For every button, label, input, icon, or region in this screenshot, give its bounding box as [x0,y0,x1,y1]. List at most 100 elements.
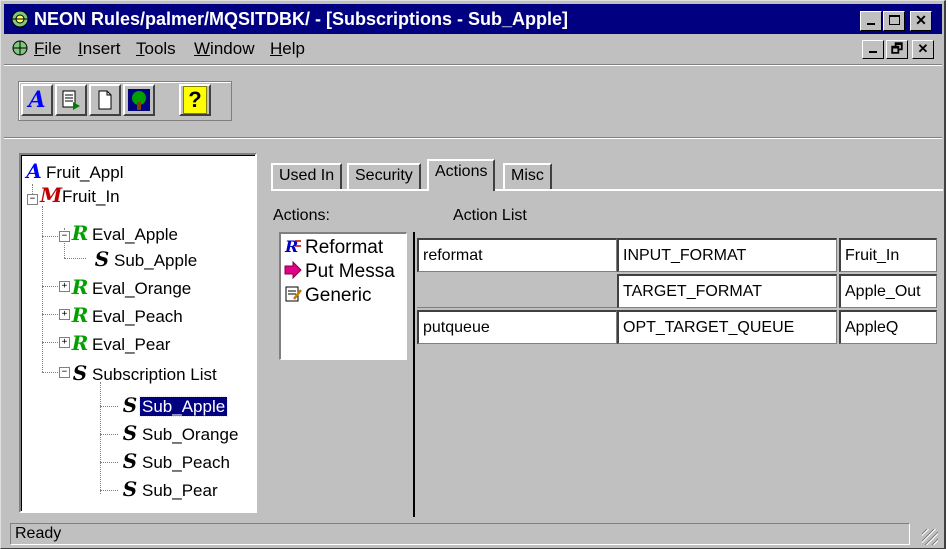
tree-node[interactable]: S Sub_Apple [92,248,199,270]
rule-icon: R [71,275,89,299]
value-cell-text: Fruit_In [845,247,900,264]
subscription-icon: S [122,393,138,417]
param-cell-text: INPUT_FORMAT [623,247,747,264]
close-icon: ✕ [917,41,929,56]
tree-connector [42,342,60,343]
window-title: NEON Rules/palmer/MQSITDBK/ - [Subscript… [34,9,569,29]
param-cell[interactable]: TARGET_FORMAT [617,274,837,308]
action-cell[interactable] [417,274,617,308]
title-bar[interactable]: NEON Rules/palmer/MQSITDBK/ - [Subscript… [4,4,942,34]
document-run-icon [62,90,80,110]
expand-toggle[interactable]: + [59,337,70,348]
tree-node[interactable]: A Fruit_Appl [24,160,125,182]
tab-misc[interactable]: Misc [503,163,552,189]
tree-node[interactable]: R Eval_Apple [70,222,180,244]
subscription-icon: S [94,247,110,271]
actions-label: Actions: [273,207,330,224]
maximize-icon [888,15,900,25]
help-icon: ? [183,86,207,114]
action-cell-text: reformat [423,247,483,264]
main-window: NEON Rules/palmer/MQSITDBK/ - [Subscript… [0,0,946,549]
menu-help-label: elp [282,39,305,58]
rule-icon: R [71,303,89,327]
value-cell[interactable]: Fruit_In [839,238,937,272]
minimize-icon [869,51,877,53]
action-item-label: Put Messa [305,261,395,282]
subscription-icon: S [122,477,138,501]
pane-splitter[interactable] [413,232,415,517]
restore-icon: 🗗 [890,41,904,56]
close-button[interactable]: ✕ [910,11,932,31]
rules-button[interactable]: A [21,84,53,116]
collapse-toggle[interactable]: − [59,367,70,378]
mdi-minimize-button[interactable] [862,40,884,59]
menu-tools-accel: T [136,39,145,58]
tree-connector [42,314,60,315]
tree-node-label: Fruit_In [62,187,120,206]
collapse-toggle[interactable]: − [27,194,38,205]
run-document-button[interactable] [55,84,87,116]
tree-node[interactable]: R Eval_Orange [70,276,193,298]
mdi-close-button[interactable]: ✕ [912,40,934,59]
expand-toggle[interactable]: + [59,309,70,320]
collapse-toggle[interactable]: − [59,231,70,242]
menu-bar: File Insert Tools Window Help 🗗 ✕ [4,35,942,62]
details-panel: Used In Security Actions Misc Actions: A… [263,145,945,517]
action-item-put-message[interactable]: Put Messa [283,260,395,284]
tab-used-in[interactable]: Used In [271,163,343,189]
tree-connector [42,236,60,237]
action-item-generic[interactable]: Generic [283,284,372,308]
tree-map-button[interactable] [123,84,155,116]
menu-tools[interactable]: Tools [136,35,176,62]
tree-node[interactable]: R Eval_Peach [70,304,185,326]
tree-connector [42,206,43,372]
new-document-button[interactable] [89,84,121,116]
action-item-label: Reformat [305,237,384,258]
menu-help[interactable]: Help [270,35,305,62]
resize-grip-icon[interactable] [922,529,938,545]
app-icon [11,10,29,28]
action-item-label: Generic [305,285,372,306]
tree-node[interactable]: S Sub_Orange [120,422,240,444]
tree-node[interactable]: S Sub_Pear [120,478,220,500]
tab-label: Misc [511,167,544,184]
tree-node[interactable]: S Sub_Peach [120,450,232,472]
rule-icon: R [71,221,89,245]
tree-node[interactable]: MFruit_In [40,184,122,206]
action-item-reformat[interactable]: R Reformat [283,236,383,260]
value-cell[interactable]: AppleQ [839,310,937,344]
menu-divider [4,64,942,66]
actions-palette[interactable]: R Reformat Put Messa Generic [279,232,407,360]
toolbar-divider [4,137,942,139]
toolbar: A ? [4,67,942,131]
minimize-button[interactable] [860,11,882,31]
param-cell[interactable]: OPT_TARGET_QUEUE [617,310,837,344]
reformat-icon: R [284,237,301,255]
tree-node-label: Fruit_Appl [46,163,124,182]
tree-node-selected[interactable]: S Sub_Apple [120,393,229,417]
action-cell[interactable]: reformat [417,238,617,272]
tree-connector [100,406,118,407]
tab-security[interactable]: Security [347,163,421,189]
tree-node-label: Sub_Peach [142,453,230,472]
menu-insert[interactable]: Insert [78,35,121,62]
value-cell[interactable]: Apple_Out [839,274,937,308]
tree-connector [100,382,101,494]
tab-label: Used In [279,167,335,184]
maximize-button[interactable] [883,11,905,31]
expand-toggle[interactable]: + [59,281,70,292]
menu-file[interactable]: File [34,35,61,62]
help-button[interactable]: ? [179,84,211,116]
tree-connector [100,434,118,435]
menu-window[interactable]: Window [194,35,254,62]
action-cell[interactable]: putqueue [417,310,617,344]
tree-view[interactable]: − − + + + − A Fruit_Appl MFruit_In R Eval_… [19,153,257,513]
tab-actions[interactable]: Actions [427,159,496,191]
document-icon [12,40,28,56]
tree-node[interactable]: R Eval_Pear [70,332,172,354]
param-cell[interactable]: INPUT_FORMAT [617,238,837,272]
tree-node[interactable]: S Subscription List [70,362,219,384]
menu-file-accel: F [34,39,45,58]
tree-node-label: Eval_Apple [92,225,179,244]
mdi-restore-button[interactable]: 🗗 [886,40,908,59]
